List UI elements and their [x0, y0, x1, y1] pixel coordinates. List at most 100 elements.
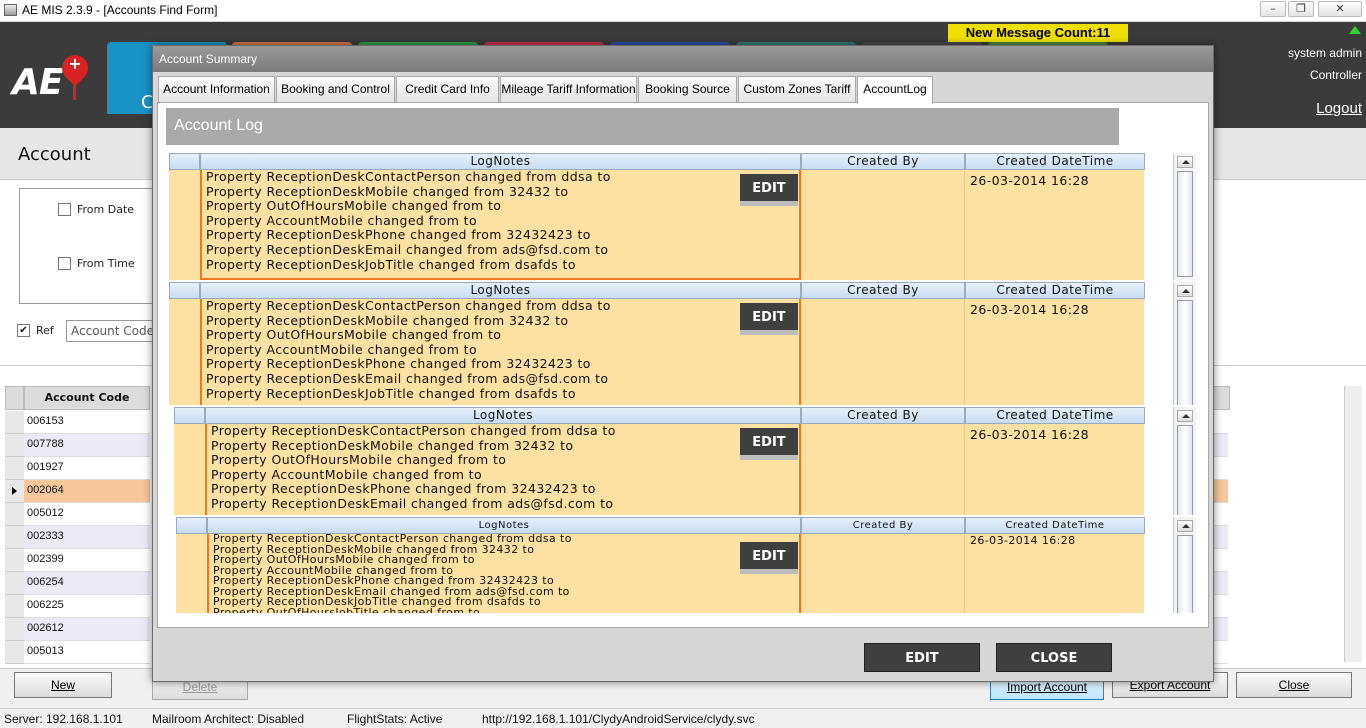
- column-header-created-datetime: Created DateTime: [965, 407, 1145, 424]
- from-time-checkbox[interactable]: [58, 257, 71, 270]
- log-note-line: Property ReceptionDeskPhone changed from…: [211, 481, 596, 497]
- table-row[interactable]: 006153: [24, 411, 150, 434]
- restore-button[interactable]: ❐: [1288, 1, 1314, 17]
- edit-entry-button[interactable]: EDIT: [740, 542, 798, 574]
- from-date-checkbox[interactable]: [58, 203, 71, 216]
- lognotes-cell: Property ReceptionDeskContactPerson chan…: [200, 170, 801, 280]
- dialog-close-button[interactable]: CLOSE: [996, 643, 1112, 672]
- table-row[interactable]: 005012: [24, 503, 150, 526]
- edit-entry-button[interactable]: EDIT: [740, 303, 798, 335]
- scroll-up-icon[interactable]: [1177, 410, 1193, 422]
- lognotes-cell: Property ReceptionDeskContactPerson chan…: [200, 299, 801, 405]
- column-header-created-datetime: Created DateTime: [965, 282, 1145, 299]
- scroll-thumb[interactable]: [1177, 171, 1193, 277]
- tab-credit-card-info[interactable]: Credit Card Info: [396, 76, 499, 102]
- column-header-lognotes: LogNotes: [207, 517, 801, 534]
- entry-scrollbar[interactable]: [1173, 153, 1196, 280]
- row-header[interactable]: [5, 641, 24, 664]
- row-selector-header: [169, 153, 200, 170]
- row-header[interactable]: [5, 434, 24, 457]
- table-row[interactable]: 001927: [24, 457, 150, 480]
- edit-entry-button[interactable]: EDIT: [740, 428, 798, 460]
- table-row[interactable]: 002612: [24, 618, 150, 641]
- close-form-button[interactable]: Close: [1236, 672, 1352, 698]
- grid-header-account-code[interactable]: Account Code: [24, 386, 150, 410]
- table-row[interactable]: 002064: [24, 480, 150, 503]
- row-header[interactable]: [5, 595, 24, 618]
- edit-entry-button[interactable]: EDIT: [740, 174, 798, 206]
- log-entry-body: Property ReceptionDeskContactPerson chan…: [176, 534, 1144, 613]
- logo-text: AE: [12, 62, 63, 103]
- created-by-cell: [801, 424, 965, 515]
- logout-link[interactable]: Logout: [1250, 100, 1362, 117]
- entry-scrollbar[interactable]: [1173, 407, 1196, 515]
- column-header-lognotes: LogNotes: [205, 407, 801, 424]
- dialog-edit-button[interactable]: EDIT: [864, 643, 980, 672]
- section-title: Account Log: [166, 108, 1119, 145]
- created-datetime-cell: 26-03-2014 16:28: [970, 534, 1076, 547]
- from-time-label: From Time: [77, 257, 135, 270]
- lognotes-cell: Property ReceptionDeskContactPerson chan…: [207, 534, 801, 613]
- log-note-line: Property ReceptionDeskEmail changed from…: [206, 370, 609, 386]
- log-entry: LogNotes Created By Created DateTime Proper…: [169, 153, 1198, 280]
- minimize-button[interactable]: –: [1260, 1, 1286, 17]
- table-row[interactable]: 007788: [24, 434, 150, 457]
- log-note-line: Property OutOfHoursJobTitle changed from…: [213, 605, 481, 613]
- log-note-line: Property ReceptionDeskMobile changed fro…: [206, 312, 569, 328]
- created-by-cell: [801, 170, 965, 280]
- row-header[interactable]: [5, 618, 24, 641]
- tab-custom-zones-tariff[interactable]: Custom Zones Tariff: [738, 76, 856, 102]
- row-selector-header: [176, 517, 207, 534]
- log-note-line: Property OutOfHoursMobile changed from t…: [206, 327, 502, 343]
- column-header-created-datetime: Created DateTime: [965, 153, 1145, 170]
- row-header[interactable]: [5, 549, 24, 572]
- scroll-up-icon[interactable]: [1177, 520, 1193, 532]
- new-button[interactable]: New: [14, 672, 112, 698]
- row-selector-header: [174, 407, 205, 424]
- scroll-up-icon[interactable]: [1177, 285, 1193, 297]
- ref-checkbox[interactable]: ✔: [17, 324, 30, 337]
- status-mailroom: Mailroom Architect: Disabled: [152, 712, 305, 726]
- log-note-line: Property AccountMobile changed from to: [211, 466, 483, 482]
- tab-booking-source[interactable]: Booking Source: [638, 76, 737, 102]
- column-header-created-by: Created By: [801, 407, 965, 424]
- log-note-line: Property ReceptionDeskMobile changed fro…: [211, 437, 574, 453]
- table-row[interactable]: 006254: [24, 572, 150, 595]
- message-count-badge[interactable]: New Message Count:11: [948, 24, 1128, 42]
- scroll-thumb[interactable]: [1177, 425, 1193, 515]
- table-row[interactable]: 006225: [24, 595, 150, 618]
- grid-corner: [5, 386, 24, 410]
- close-window-button[interactable]: ✕: [1318, 1, 1362, 17]
- entry-scrollbar[interactable]: [1173, 282, 1196, 405]
- grid-scrollbar[interactable]: [1344, 386, 1362, 662]
- created-by-cell: [801, 299, 965, 405]
- log-note-line: Property AccountMobile changed from to: [206, 212, 478, 228]
- column-header-created-by: Created By: [801, 517, 965, 534]
- row-header[interactable]: [5, 526, 24, 549]
- row-indicator-icon: [12, 487, 17, 495]
- column-header-created-by: Created By: [801, 153, 965, 170]
- scroll-thumb[interactable]: [1177, 300, 1193, 405]
- user-role: Controller: [1309, 68, 1362, 82]
- row-header[interactable]: [5, 503, 24, 526]
- tab-mileage-tariff-information[interactable]: Mileage Tariff Information: [500, 76, 637, 102]
- scroll-thumb[interactable]: [1177, 535, 1193, 613]
- table-row[interactable]: 005013: [24, 641, 150, 664]
- log-entry: LogNotes Created By Created DateTime Proper…: [169, 407, 1198, 515]
- row-header[interactable]: [5, 457, 24, 480]
- log-note-line: Property ReceptionDeskContactPerson chan…: [206, 299, 611, 313]
- account-code-input[interactable]: Account Code: [66, 320, 156, 342]
- scroll-up-icon[interactable]: [1177, 156, 1193, 168]
- row-header[interactable]: [5, 572, 24, 595]
- tab-account-information[interactable]: Account Information: [158, 76, 275, 102]
- tab-accountlog[interactable]: AccountLog: [857, 76, 933, 104]
- row-header[interactable]: [5, 411, 24, 434]
- from-date-label: From Date: [77, 203, 135, 216]
- table-row[interactable]: 002399: [24, 549, 150, 572]
- logo-plus-icon: +: [68, 54, 82, 73]
- log-note-line: Property OutOfHoursMobile changed from t…: [211, 452, 507, 468]
- table-row[interactable]: 002333: [24, 526, 150, 549]
- app-icon: [4, 4, 17, 16]
- tab-booking-and-control[interactable]: Booking and Control: [276, 76, 395, 102]
- entry-scrollbar[interactable]: [1173, 517, 1196, 613]
